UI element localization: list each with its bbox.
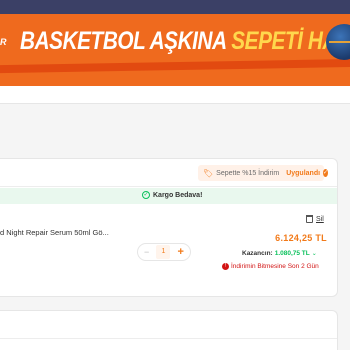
banner-title: BASKETBOL AŞKINA SEPETİ HAZIRLA	[20, 27, 350, 55]
delete-button[interactable]: Sil	[306, 215, 324, 223]
earnings-label: Kazancın:	[242, 250, 273, 257]
minus-icon[interactable]: −	[144, 247, 149, 257]
check-circle-icon: ✓	[323, 169, 329, 177]
quantity-stepper: − 1 +	[137, 243, 191, 261]
promo-banner[interactable]: R BASKETBOL AŞKINA SEPETİ HAZIRLA	[0, 0, 350, 86]
discount-badge[interactable]: 🏷 Sepette %15 İndirim Uygulandı ✓	[198, 165, 329, 181]
quantity-value[interactable]: 1	[156, 245, 171, 259]
item-price: 6.124,25 TL	[275, 233, 327, 243]
clock-icon: !	[222, 263, 229, 270]
free-shipping: ✓ Kargo Bedava!	[142, 191, 202, 199]
shipping-label: Kargo Bedava!	[153, 191, 203, 199]
seller-header: 🏷 Sepette %15 İndirim Uygulandı ✓	[0, 159, 337, 187]
earnings-row[interactable]: Kazancın: 1.080,75 TL ⌄	[242, 248, 317, 259]
next-card	[0, 310, 338, 350]
trash-icon	[306, 215, 313, 223]
page-header	[0, 86, 350, 104]
basketball-seam	[329, 41, 350, 43]
shipping-banner: ✓ Kargo Bedava!	[0, 188, 337, 204]
delete-label: Sil	[316, 215, 324, 223]
tag-icon: 🏷	[203, 168, 214, 178]
discount-expiry: ! İndirimin Bitmesine Son 2 Gün	[222, 263, 319, 270]
chevron-down-icon: ⌄	[311, 251, 317, 257]
banner-top-strip	[0, 0, 350, 14]
discount-status: Uygulandı	[286, 169, 321, 177]
expire-text: İndirimin Bitmesine Son 2 Gün	[231, 263, 319, 270]
truck-check-icon: ✓	[142, 191, 150, 199]
discount-label: Sepette %15 İndirim	[216, 169, 280, 177]
earnings-value: 1.080,75 TL	[274, 250, 310, 257]
basket-item-card: 🏷 Sepette %15 İndirim Uygulandı ✓ ✓ Karg…	[0, 158, 338, 297]
banner-stripe	[0, 58, 350, 74]
banner-cut-text: R	[0, 37, 7, 47]
divider	[0, 338, 337, 339]
plus-icon[interactable]: +	[178, 246, 184, 258]
product-name[interactable]: d Night Repair Serum 50ml Gö...	[0, 228, 109, 237]
